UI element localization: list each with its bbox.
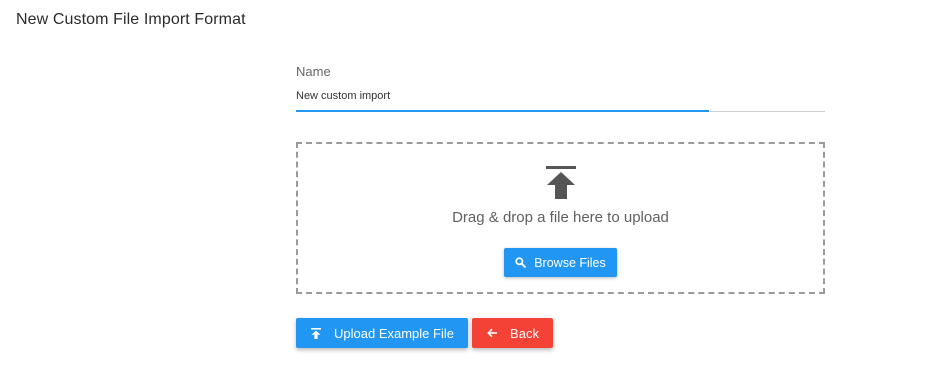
browse-files-label: Browse Files xyxy=(534,255,606,270)
name-field: Name xyxy=(296,64,825,112)
back-button[interactable]: Back xyxy=(472,318,553,348)
file-dropzone[interactable]: Drag & drop a file here to upload Browse… xyxy=(296,142,825,294)
name-field-focus-bar xyxy=(296,110,709,112)
back-label: Back xyxy=(510,325,539,341)
browse-files-button[interactable]: Browse Files xyxy=(504,248,617,277)
page-title: New Custom File Import Format xyxy=(16,11,246,28)
upload-example-file-button[interactable]: Upload Example File xyxy=(296,318,468,348)
upload-icon xyxy=(310,327,322,339)
name-field-label: Name xyxy=(296,64,331,79)
upload-example-file-label: Upload Example File xyxy=(334,325,454,341)
name-field-underline xyxy=(296,110,825,112)
arrow-left-icon xyxy=(486,327,498,339)
name-input[interactable] xyxy=(296,90,825,111)
dropzone-instructions: Drag & drop a file here to upload xyxy=(452,209,669,226)
page: New Custom File Import Format Name Drag … xyxy=(0,0,925,370)
action-row: Upload Example File Back xyxy=(296,318,553,348)
search-icon xyxy=(515,257,527,268)
upload-icon xyxy=(546,166,576,199)
